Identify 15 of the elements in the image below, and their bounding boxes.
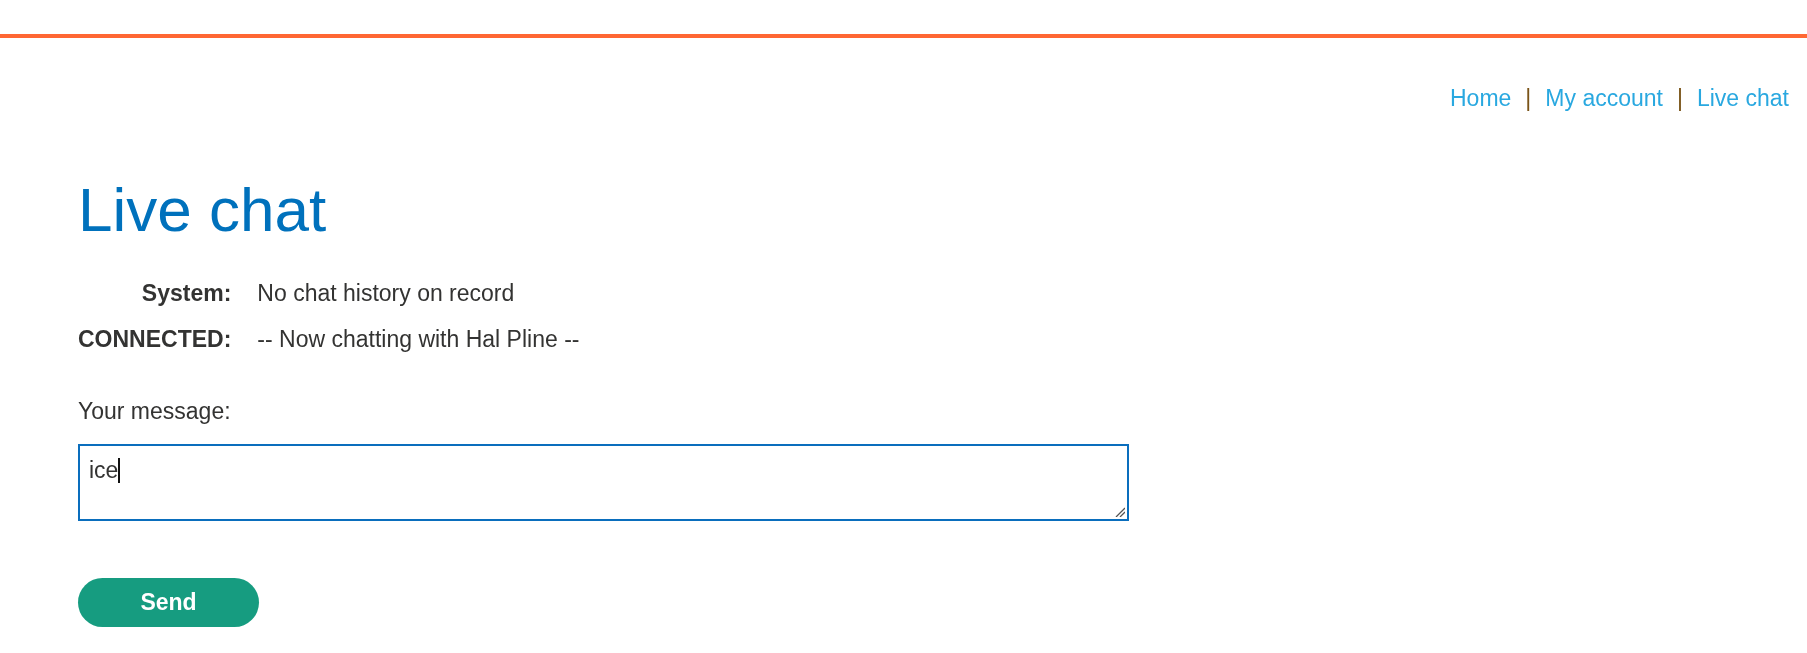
resize-grip-icon[interactable] [1115,507,1125,517]
nav-link[interactable]: Home [1450,85,1512,112]
chat-message: -- Now chatting with Hal Pline -- [257,326,580,353]
page-title: Live chat [78,174,328,246]
send-button[interactable]: Send [78,578,259,627]
message-label: Your message: [78,398,231,425]
nav-link[interactable]: My account [1545,85,1663,112]
nav-separator: | [1676,85,1683,112]
message-field[interactable]: ice [78,444,1129,521]
nav-link[interactable]: Live chat [1696,85,1789,112]
nav-separator: | [1525,85,1532,112]
chat-message: No chat history on record [257,280,516,307]
chat-sender: System: [140,280,232,307]
text-cursor-icon [118,458,121,483]
chat-sender: CONNECTED: [78,326,232,353]
